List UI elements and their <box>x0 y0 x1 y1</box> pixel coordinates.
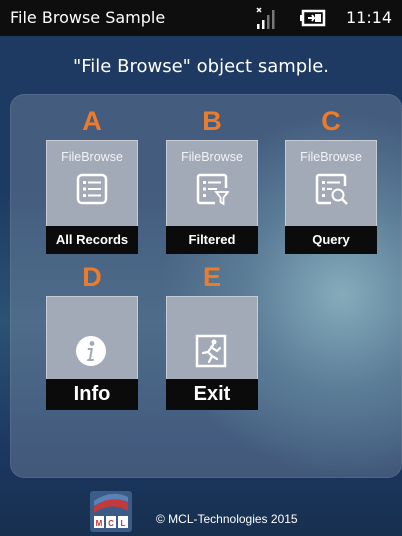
list-icon <box>76 173 108 205</box>
svg-text:M: M <box>96 519 103 528</box>
tile-letter: E <box>202 262 221 292</box>
info-button[interactable]: D Info <box>46 262 138 410</box>
tile-letter: C <box>321 106 341 136</box>
tile-label: All Records <box>46 226 138 254</box>
page-title: "File Browse" object sample. <box>72 56 330 77</box>
tile-label: Filtered <box>166 226 258 254</box>
battery-charging-icon <box>300 9 326 27</box>
tile-label: Info <box>46 379 138 410</box>
clock: 11:14 <box>346 8 393 27</box>
tile-letter: D <box>82 262 102 292</box>
filtered-button[interactable]: B FileBrowse Filtered <box>166 106 258 254</box>
mcl-logo: M C L <box>90 491 132 532</box>
search-list-icon <box>315 173 348 205</box>
app-title: File Browse Sample <box>10 8 166 27</box>
tile-caption: FileBrowse <box>300 150 362 164</box>
exit-button[interactable]: E Exit <box>166 262 258 410</box>
copyright-text: © MCL-Technologies 2015 <box>156 512 298 526</box>
tile-label: Exit <box>166 379 258 410</box>
exit-icon <box>195 334 227 368</box>
tile-label: Query <box>285 226 377 254</box>
svg-text:C: C <box>108 519 114 528</box>
tile-caption: FileBrowse <box>181 150 243 164</box>
tile-letter: A <box>82 106 102 136</box>
all-records-button[interactable]: A FileBrowse All Records <box>46 106 138 254</box>
status-bar: File Browse Sample 11:14 <box>0 0 402 36</box>
tile-letter: B <box>202 106 222 136</box>
info-icon <box>76 336 106 366</box>
svg-text:L: L <box>121 519 126 528</box>
query-button[interactable]: C FileBrowse Query <box>285 106 377 254</box>
signal-bars-icon <box>256 7 275 29</box>
filter-list-icon <box>196 173 229 206</box>
tile-caption: FileBrowse <box>61 150 123 164</box>
